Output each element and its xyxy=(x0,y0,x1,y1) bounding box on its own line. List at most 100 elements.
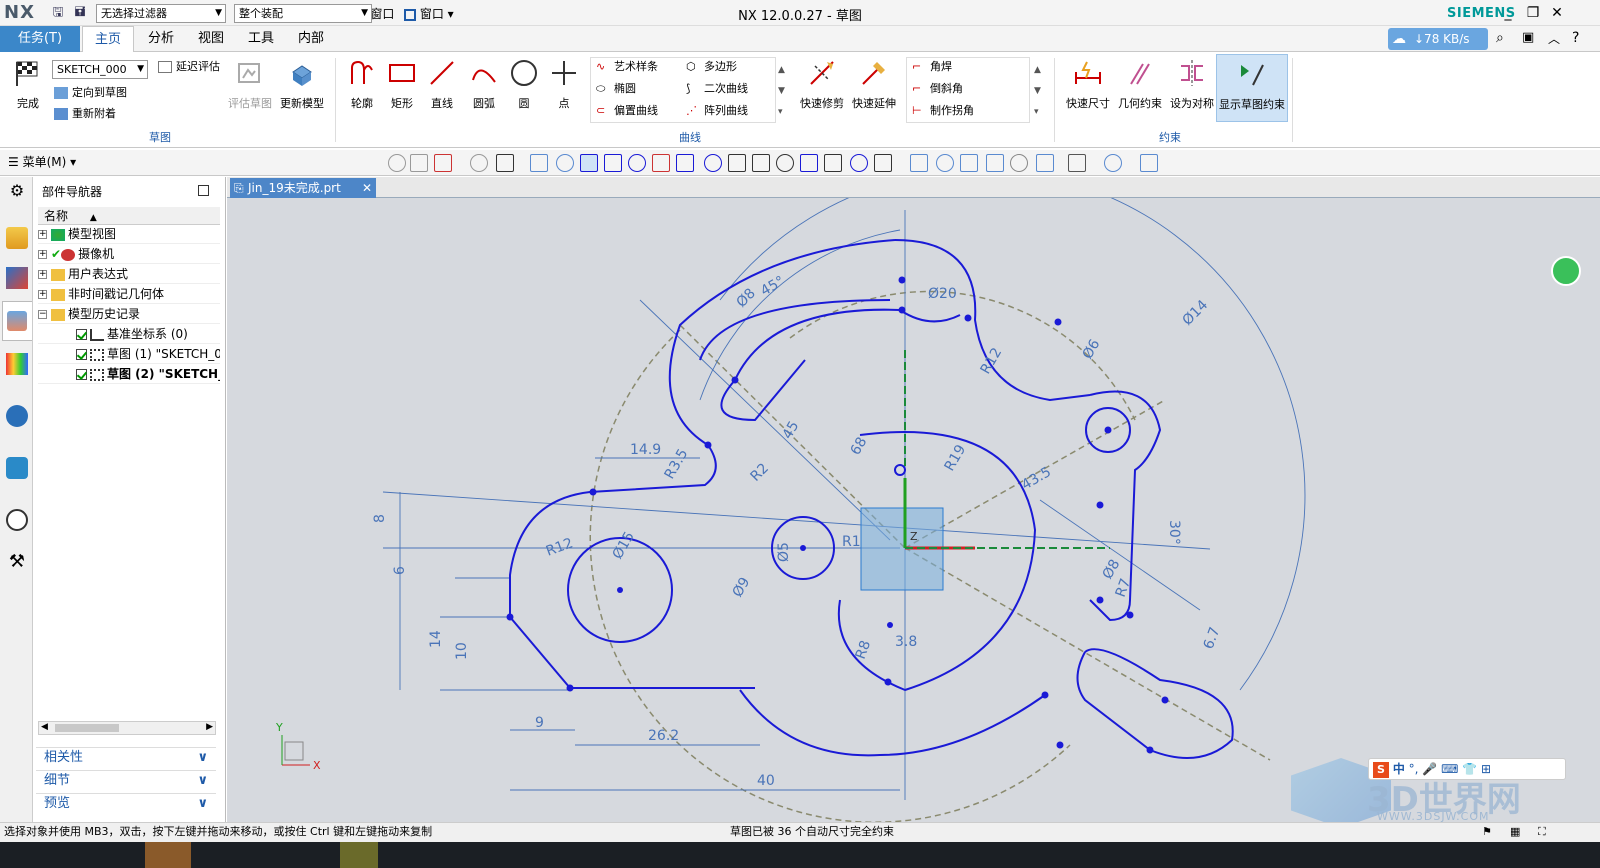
quick-dimension-button[interactable]: 快速尺寸 xyxy=(1062,58,1114,111)
scroll-right-icon[interactable]: ▶ xyxy=(206,722,213,732)
skin-icon[interactable]: 👕 xyxy=(1462,762,1477,776)
dimension-label[interactable]: 68 xyxy=(848,435,871,458)
mic-icon[interactable]: 🎤 xyxy=(1422,762,1437,776)
minimize-button[interactable]: _ xyxy=(1497,3,1519,23)
dimension-label[interactable]: Ø14 xyxy=(1180,297,1212,329)
restore-button[interactable]: ❐ xyxy=(1522,3,1544,23)
dimension-label[interactable]: 6.7 xyxy=(1201,625,1224,651)
window-icon[interactable]: ▣ xyxy=(1522,30,1534,45)
tab-view[interactable]: 视图 xyxy=(186,26,236,52)
hd3d-tools-icon[interactable] xyxy=(6,405,28,427)
close-tab-icon[interactable]: ✕ xyxy=(362,178,372,198)
toolbar-tool-icon[interactable] xyxy=(874,154,892,172)
toolbar-tool-icon[interactable] xyxy=(556,154,574,172)
role-icon[interactable]: ⚒ xyxy=(6,551,28,573)
dependencies-panel[interactable]: 相关性 ∨ xyxy=(36,747,216,767)
toolbar-tool-icon[interactable] xyxy=(728,154,746,172)
toolbar-tool-icon[interactable] xyxy=(960,154,978,172)
scroll-thumb[interactable] xyxy=(55,724,119,732)
dimension-label[interactable]: R8 xyxy=(853,638,874,661)
delay-eval-button[interactable]: 延迟评估 xyxy=(158,58,220,76)
circle-button[interactable]: 圆 xyxy=(506,58,542,111)
quick-trim-button[interactable]: 快速修剪 xyxy=(798,58,846,111)
layout-icon[interactable]: ▦ xyxy=(1510,823,1520,841)
dimension-label[interactable]: Ø20 xyxy=(928,286,957,302)
toolbar-tool-icon[interactable] xyxy=(1010,154,1028,172)
tab-tools[interactable]: 工具 xyxy=(236,26,286,52)
chamfer-button[interactable]: ⌐ 倒斜角 xyxy=(912,80,963,98)
make-corner-button[interactable]: ⊢ 制作拐角 xyxy=(912,102,974,120)
eval-sketch-button[interactable]: 评估草图 xyxy=(226,58,274,111)
tab-internal[interactable]: 内部 xyxy=(286,26,336,52)
name-column-header[interactable]: 名称 ▲ xyxy=(38,207,220,225)
horizontal-scrollbar[interactable]: ◀ ▶ xyxy=(38,721,216,735)
corner-gallery-scroll[interactable]: ▲ ▼ ▾ xyxy=(1034,60,1041,123)
ime-toolbar[interactable]: S 中 °, 🎤 ⌨ 👕 ⊞ xyxy=(1368,758,1566,780)
dimension-label[interactable]: Ø8 xyxy=(734,285,759,310)
document-tab[interactable]: ⎘ Jin_19未完成.prt ✕ xyxy=(230,178,376,198)
tree-row[interactable]: 草图 (1) "SKETCH_0 xyxy=(38,345,220,364)
preview-panel[interactable]: 预览 ∨ xyxy=(36,793,216,813)
toolbox-icon[interactable]: ⊞ xyxy=(1481,762,1491,776)
point-button[interactable]: 点 xyxy=(546,58,582,111)
quick-extend-button[interactable]: 快速延伸 xyxy=(850,58,898,111)
toolbar-tool-icon[interactable] xyxy=(704,154,722,172)
ime-mode[interactable]: 中 xyxy=(1393,762,1405,776)
tree-row[interactable]: + ✔ 摄像机 xyxy=(38,245,220,264)
update-model-button[interactable]: 更新模型 xyxy=(278,58,326,111)
dimension-label[interactable]: R19 xyxy=(942,442,970,474)
visibility-checkbox[interactable] xyxy=(76,349,87,360)
selection-filter-select[interactable]: 无选择过滤器 ▼ xyxy=(96,4,226,23)
toolbar-tool-icon[interactable] xyxy=(776,154,794,172)
conic-button[interactable]: ⟆ 二次曲线 xyxy=(686,80,748,98)
scroll-left-icon[interactable]: ◀ xyxy=(41,722,48,732)
finish-button[interactable]: 完成 xyxy=(8,58,48,111)
toolbar-tool-icon[interactable] xyxy=(800,154,818,172)
taskbar-app-icon[interactable] xyxy=(340,842,378,868)
dimension-label[interactable]: 14.9 xyxy=(630,442,661,458)
visibility-checkbox[interactable] xyxy=(76,369,87,380)
graphics-window[interactable]: 14.9 8 6 14 10 9 26.2 40 R12 Ø15 Ø9 Ø5 R1 R19 R2 R3.5 Ø8… xyxy=(227,198,1600,822)
tab-task[interactable]: 任务(T) xyxy=(0,26,80,52)
tab-analysis[interactable]: 分析 xyxy=(136,26,186,52)
details-panel[interactable]: 细节 ∨ xyxy=(36,770,216,790)
dimension-label[interactable]: Ø6 xyxy=(1080,337,1104,362)
dimension-label[interactable]: R1 xyxy=(842,534,861,550)
toolbar-tool-icon[interactable] xyxy=(530,154,548,172)
show-sketch-constraints-button[interactable]: 显示草图约束 xyxy=(1216,54,1288,122)
offset-curve-button[interactable]: ⊂ 偏置曲线 xyxy=(596,102,658,120)
dimension-label[interactable]: 30° xyxy=(1166,520,1182,545)
constraint-navigator-icon[interactable] xyxy=(6,267,28,289)
toolbar-tool-icon[interactable] xyxy=(410,154,428,172)
dimension-label[interactable]: Ø5 xyxy=(776,542,792,562)
tree-row[interactable]: − 模型历史记录 xyxy=(38,305,220,324)
toolbar-tool-icon[interactable] xyxy=(1068,154,1086,172)
toolbar-tool-icon[interactable] xyxy=(388,154,406,172)
toolbar-tool-icon[interactable] xyxy=(652,154,670,172)
dimension-label[interactable]: 45° xyxy=(758,273,788,299)
toolbar-tool-icon[interactable] xyxy=(434,154,452,172)
dimension-label[interactable]: 26.2 xyxy=(648,728,679,744)
toolbar-tool-icon[interactable] xyxy=(604,154,622,172)
orient-to-sketch-button[interactable]: 定向到草图 xyxy=(54,84,127,102)
visibility-checkbox[interactable] xyxy=(76,329,87,340)
tree-row[interactable]: + 用户表达式 xyxy=(38,265,220,284)
reattach-button[interactable]: 重新附着 xyxy=(54,105,116,123)
menu-button[interactable]: ☰ 菜单(M) ▾ xyxy=(8,153,76,170)
close-button[interactable]: ✕ xyxy=(1546,3,1568,23)
help-icon[interactable]: ? xyxy=(1572,30,1579,46)
geometric-constraints-button[interactable]: 几何约束 xyxy=(1114,58,1166,111)
dimension-label[interactable]: 3.8 xyxy=(895,634,917,650)
keyboard-icon[interactable]: ⌨ xyxy=(1441,762,1458,776)
collapse-ribbon-icon[interactable]: ︿ xyxy=(1548,30,1560,47)
toolbar-tool-icon[interactable] xyxy=(628,154,646,172)
dimension-label[interactable]: Ø9 xyxy=(730,575,754,600)
toolbar-tool-icon[interactable] xyxy=(986,154,1004,172)
dimension-label[interactable]: 40 xyxy=(757,773,775,789)
dimension-label[interactable]: 9 xyxy=(535,715,544,731)
dimension-label[interactable]: 43.5 xyxy=(1019,464,1054,493)
spline-button[interactable]: ∿ 艺术样条 xyxy=(596,58,658,76)
toolbar-tool-icon[interactable] xyxy=(910,154,928,172)
fillet-button[interactable]: ⌐ 角焊 xyxy=(912,58,952,76)
arc-button[interactable]: 圆弧 xyxy=(464,58,504,111)
